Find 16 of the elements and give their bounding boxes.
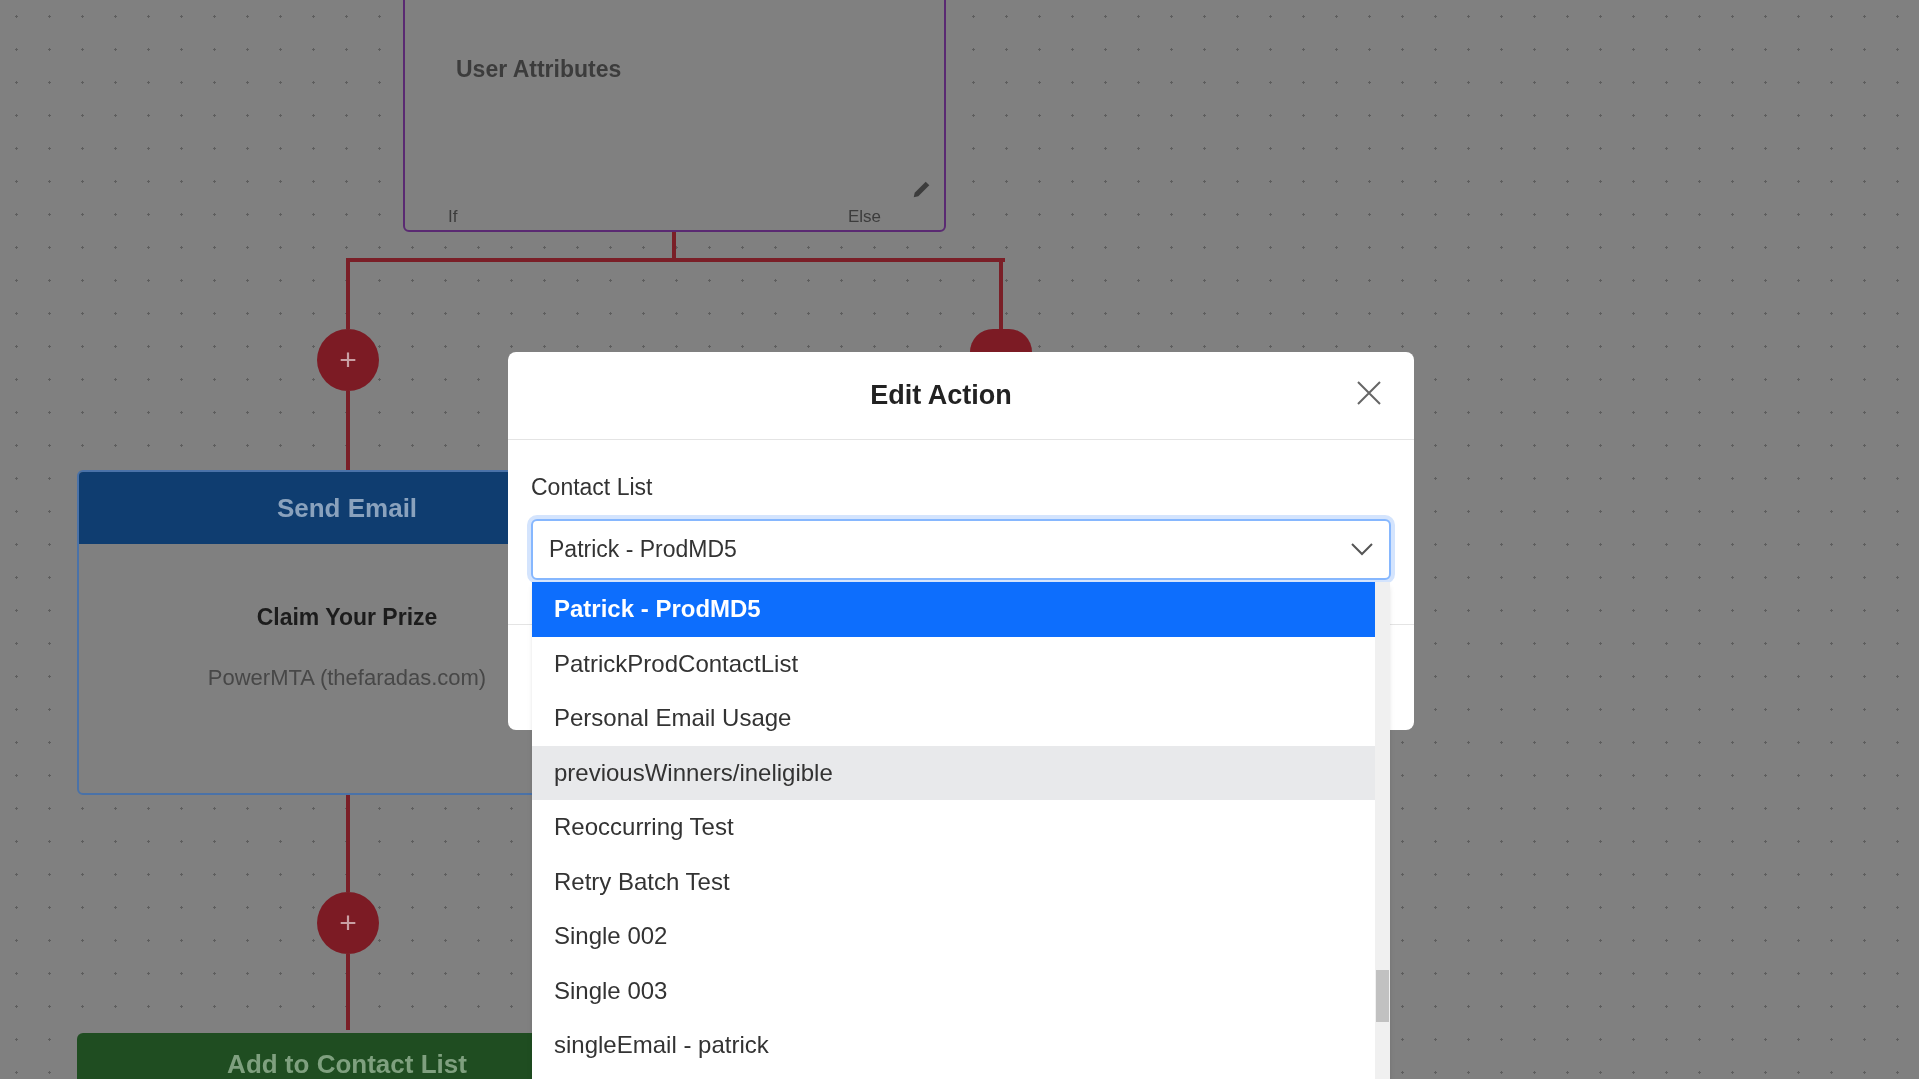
node-title: Send Email [276,491,418,525]
branch-label: Else [848,206,882,228]
dialog-title: Edit Action [870,379,1012,413]
branch-label: If [448,206,458,228]
add-step-button[interactable]: + [317,329,379,391]
node-title: Add to Contact List [227,1048,467,1079]
add-step-button[interactable] [970,329,1032,352]
close-icon[interactable] [1356,380,1382,406]
scrollbar[interactable] [1375,582,1390,1079]
email-sender: PowerMTA (thefaradas.com) [207,663,487,692]
add-step-button[interactable]: + [317,892,379,954]
dropdown-option[interactable]: Patrick - ProdMD5 [532,582,1375,637]
node-title: User Attributes [456,55,622,84]
email-subject: Claim Your Prize [256,603,438,632]
chevron-down-icon [1351,542,1373,556]
dropdown-option[interactable]: previousWinners/ineligible [532,745,1375,800]
